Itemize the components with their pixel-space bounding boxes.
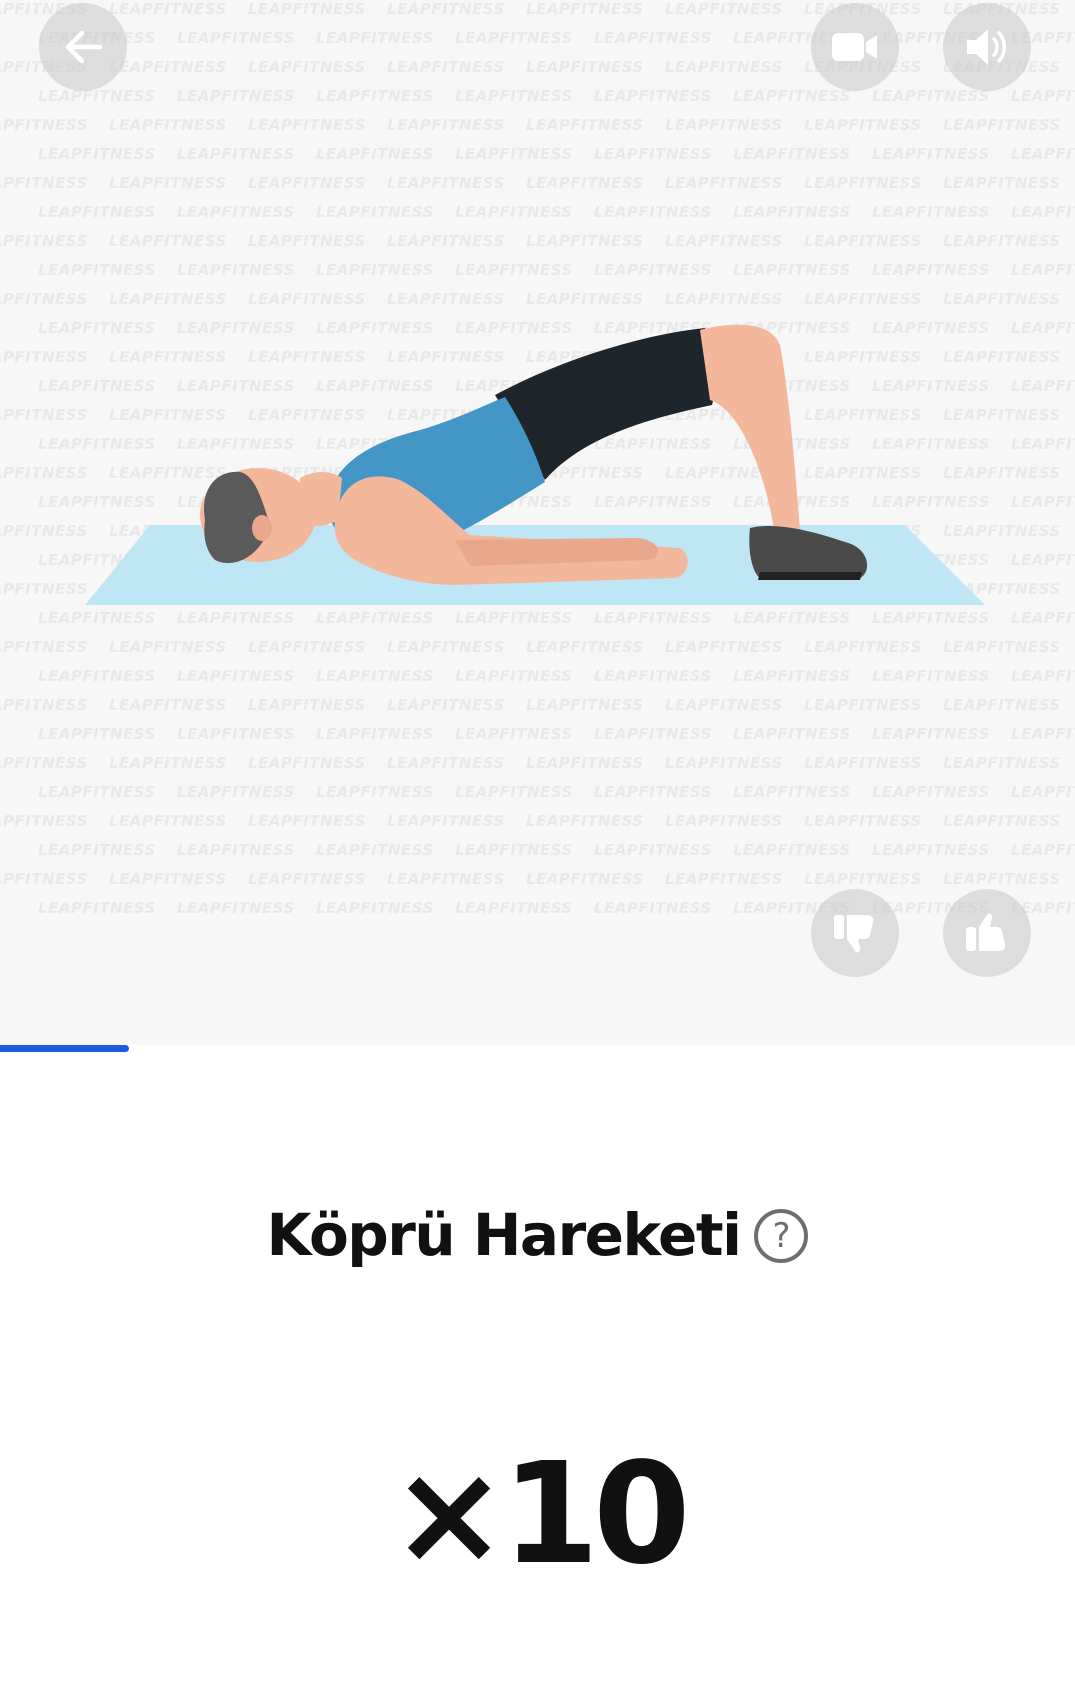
thumbs-up-icon [966,913,1006,951]
like-button[interactable] [943,889,1031,977]
exercise-title: Köprü Hareketi [266,1201,742,1269]
thumbs-down-icon [834,915,874,953]
back-button[interactable] [39,3,127,91]
exercise-illustration [85,324,985,605]
speaker-icon [967,29,1006,65]
progress-fill [0,1045,129,1052]
sound-button[interactable] [943,3,1031,91]
progress-bar [0,1045,1075,1052]
rep-count: ×10 [390,1433,690,1596]
video-camera-icon [832,33,877,61]
exercise-screen: LEAPFITNESSLEAPFITNESSLEAPFITNESSLEAPFIT… [0,0,1075,1690]
exercise-animation: LEAPFITNESSLEAPFITNESSLEAPFITNESSLEAPFIT… [0,0,1075,1045]
video-button[interactable] [811,3,899,91]
dislike-button[interactable] [811,889,899,977]
arrow-left-icon [65,30,103,64]
question-circle-icon[interactable]: ? [754,1209,809,1263]
exercise-title-row: Köprü Hareketi ? [0,1195,1075,1275]
